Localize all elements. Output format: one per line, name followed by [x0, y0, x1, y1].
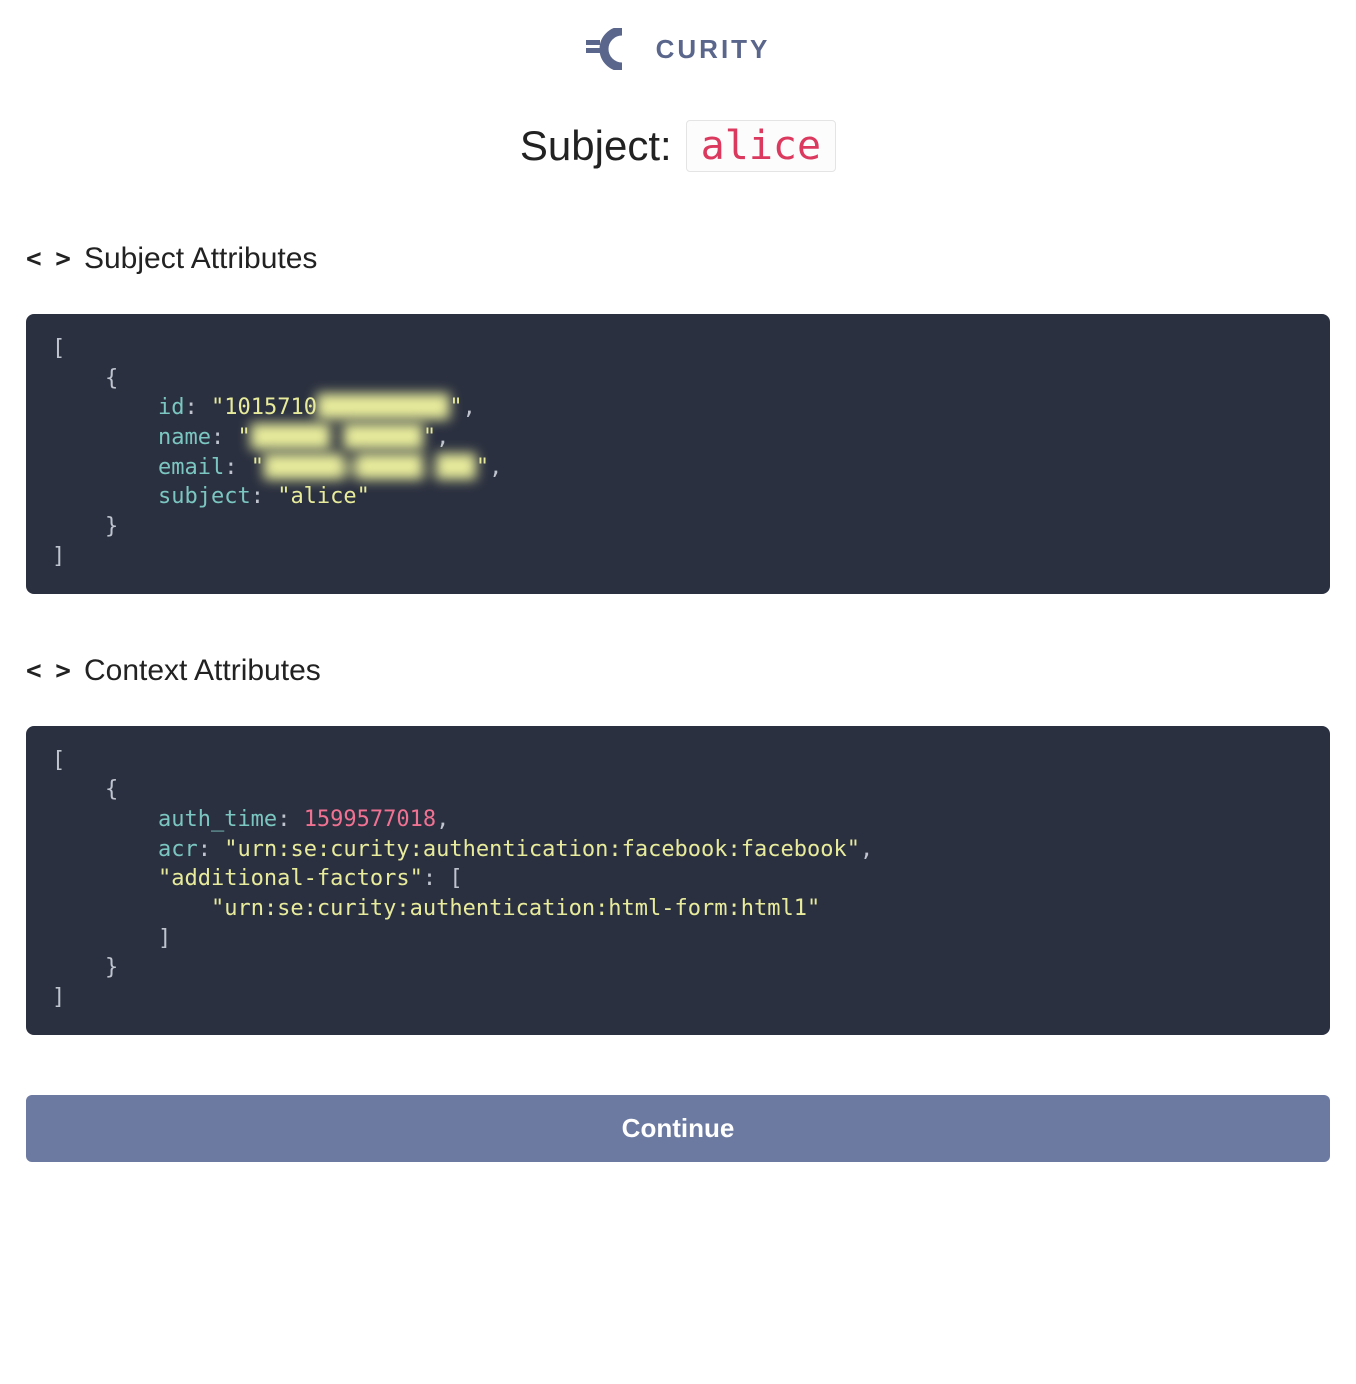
- code-brackets-icon: < >: [26, 656, 70, 686]
- context-attributes-code: [ { auth_time: 1599577018, acr: "urn:se:…: [26, 726, 1330, 1035]
- code-brackets-icon: < >: [26, 244, 70, 274]
- subject-label: Subject:: [520, 122, 672, 170]
- subject-attributes-heading: < > Subject Attributes: [26, 242, 1330, 276]
- brand-logo: CURITY: [586, 28, 771, 70]
- continue-button[interactable]: Continue: [26, 1095, 1330, 1162]
- subject-value: alice: [686, 120, 836, 172]
- brand-name: CURITY: [656, 34, 771, 65]
- context-attributes-heading: < > Context Attributes: [26, 654, 1330, 688]
- context-attributes-heading-text: Context Attributes: [84, 654, 321, 688]
- subject-attributes-heading-text: Subject Attributes: [84, 242, 317, 276]
- subject-attributes-code: [ { id: "1015710██████████", name: "████…: [26, 314, 1330, 594]
- page-title: Subject: alice: [0, 120, 1356, 172]
- curity-logo-icon: [586, 28, 642, 70]
